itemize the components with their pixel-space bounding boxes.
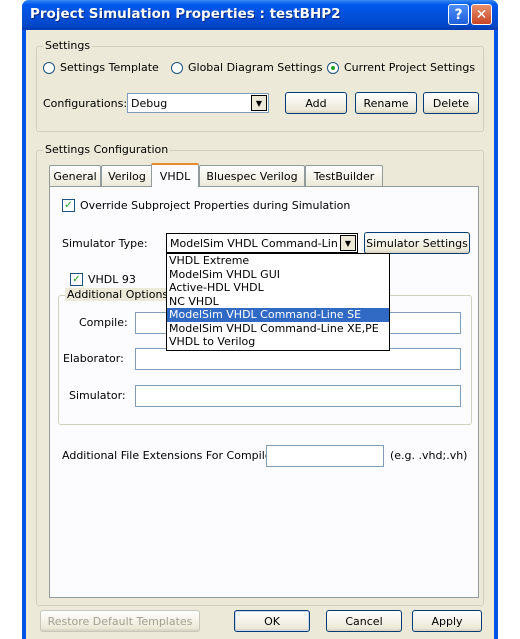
additional-options-legend: Additional Options: [65, 288, 171, 301]
tab-label: Verilog: [108, 169, 146, 183]
radio-global-diagram-settings[interactable]: Global Diagram Settings: [171, 61, 322, 74]
simulator-type-label: Simulator Type:: [62, 237, 148, 250]
extensions-input[interactable]: [266, 445, 384, 467]
override-label: Override Subproject Properties during Si…: [80, 199, 351, 212]
rename-button[interactable]: Rename: [355, 92, 417, 114]
restore-default-templates-button[interactable]: Restore Default Templates: [40, 610, 200, 632]
extensions-label: Additional File Extensions For Compile:: [62, 449, 276, 462]
radio-label: Settings Template: [60, 61, 159, 74]
settings-configuration-group: Settings Configuration General Verilog V…: [36, 143, 484, 606]
simulator-input[interactable]: [135, 385, 461, 407]
configurations-value: Debug: [131, 97, 168, 110]
add-label: Add: [305, 96, 327, 110]
tab-label: Bluespec Verilog: [206, 169, 298, 183]
tab-testbuilder[interactable]: TestBuilder: [305, 165, 383, 186]
chevron-down-icon[interactable]: ▼: [251, 95, 267, 111]
chevron-down-icon[interactable]: ▼: [340, 235, 356, 251]
settings-configuration-legend: Settings Configuration: [43, 143, 171, 156]
dropdown-option[interactable]: NC VHDL: [167, 295, 389, 309]
radio-indicator: [43, 61, 55, 74]
tab-label: VHDL: [159, 169, 191, 183]
tab-vhdl[interactable]: VHDL: [151, 163, 199, 187]
tab-verilog[interactable]: Verilog: [101, 165, 153, 186]
add-button[interactable]: Add: [285, 92, 347, 114]
radio-indicator: [327, 61, 339, 74]
simulator-type-value: ModelSim VHDL Command-Line SE: [170, 237, 338, 250]
close-icon: ✕: [475, 6, 488, 23]
vhdl93-checkbox[interactable]: ✓: [70, 273, 83, 286]
radio-indicator: [171, 61, 183, 74]
settings-group: Settings Settings Template Global Diagra…: [36, 39, 484, 132]
simulator-settings-label: Simulator Settings: [366, 236, 468, 250]
dropdown-option[interactable]: VHDL to Verilog: [167, 335, 389, 349]
dropdown-option[interactable]: ModelSim VHDL Command-Line XE,PE: [167, 322, 389, 336]
dropdown-option[interactable]: ModelSim VHDL GUI: [167, 268, 389, 282]
radio-label: Global Diagram Settings: [188, 61, 323, 74]
close-button[interactable]: ✕: [471, 4, 492, 25]
vhdl-tab-panel: ✓ Override Subproject Properties during …: [49, 186, 479, 598]
dialog-body: Settings Settings Template Global Diagra…: [26, 30, 494, 639]
delete-button[interactable]: Delete: [423, 92, 479, 114]
restore-label: Restore Default Templates: [47, 614, 193, 628]
dropdown-option-selected[interactable]: ModelSim VHDL Command-Line SE: [167, 308, 389, 322]
dropdown-option[interactable]: Active-HDL VHDL: [167, 281, 389, 295]
simulator-type-select[interactable]: ModelSim VHDL Command-Line SE ▼: [166, 233, 358, 253]
ok-label: OK: [264, 614, 280, 628]
compile-label: Compile:: [79, 316, 128, 329]
vhdl93-label: VHDL 93: [88, 273, 136, 286]
radio-label: Current Project Settings: [344, 61, 476, 74]
help-button[interactable]: ?: [448, 4, 469, 25]
help-icon: ?: [454, 6, 463, 23]
apply-label: Apply: [431, 614, 463, 628]
elaborator-input[interactable]: [135, 348, 461, 370]
settings-legend: Settings: [43, 39, 93, 52]
tab-label: General: [53, 169, 97, 183]
tab-strip: General Verilog VHDL Bluespec Verilog Te…: [49, 163, 479, 187]
ok-button[interactable]: OK: [234, 610, 310, 632]
extensions-hint: (e.g. .vhd;.vh): [390, 449, 468, 462]
window-title: Project Simulation Properties : testBHP2: [30, 6, 341, 22]
elaborator-label: Elaborator:: [63, 352, 124, 365]
dropdown-option[interactable]: VHDL Extreme: [167, 254, 389, 268]
configurations-label: Configurations:: [43, 97, 128, 110]
simulator-type-dropdown: VHDL Extreme ModelSim VHDL GUI Active-HD…: [166, 253, 390, 351]
radio-current-project-settings[interactable]: Current Project Settings: [327, 61, 475, 74]
configurations-select[interactable]: Debug ▼: [127, 93, 269, 113]
radio-settings-template[interactable]: Settings Template: [43, 61, 159, 74]
apply-button[interactable]: Apply: [412, 610, 482, 632]
override-checkbox[interactable]: ✓: [62, 199, 75, 212]
cancel-label: Cancel: [345, 614, 383, 628]
rename-label: Rename: [363, 96, 409, 110]
cancel-button[interactable]: Cancel: [326, 610, 402, 632]
tab-bluespec-verilog[interactable]: Bluespec Verilog: [199, 165, 305, 186]
tab-label: TestBuilder: [313, 169, 375, 183]
title-bar[interactable]: Project Simulation Properties : testBHP2…: [22, 0, 498, 30]
simulator-settings-button[interactable]: Simulator Settings: [364, 232, 470, 254]
simulator-label: Simulator:: [69, 389, 126, 402]
dialog-window: Project Simulation Properties : testBHP2…: [22, 0, 498, 639]
delete-label: Delete: [432, 96, 470, 110]
tab-general[interactable]: General: [49, 165, 101, 186]
